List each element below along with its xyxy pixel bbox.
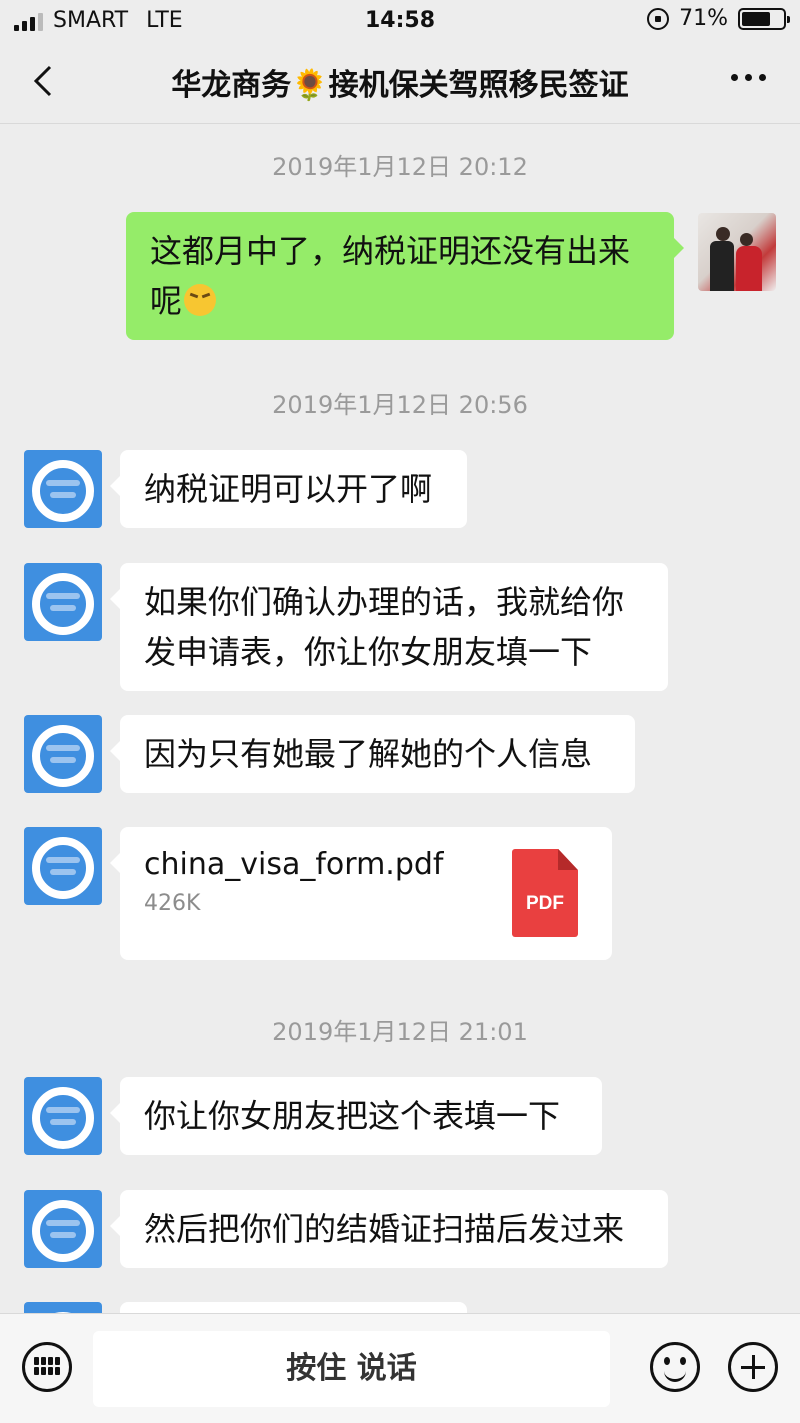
chat-title: 华龙商务🌻接机保关驾照移民签证 [171, 68, 629, 103]
chat-area[interactable]: 2019年1月12日 20:12 这都月中了，纳税证明还没有出来呢 2019年1… [0, 125, 800, 1313]
message-bubble-incoming[interactable]: 如果你们确认办理的话，我就给你发申请表，你让你女朋友填一下 [110, 563, 668, 691]
message-text: 纳税证明可以开了啊 [144, 470, 433, 508]
file-name: china_visa_form.pdf [144, 847, 444, 882]
file-size: 426K [144, 891, 201, 916]
battery-percent: 71% [679, 6, 728, 31]
message-bubble-incoming[interactable]: 然后把你们的结婚证扫描后发过来 [110, 1190, 668, 1268]
chat-header: 华龙商务🌻接机保关驾照移民签证 [0, 40, 800, 124]
avatar-agent[interactable] [24, 1302, 102, 1313]
battery-icon [738, 7, 790, 30]
avatar-agent[interactable] [24, 563, 102, 641]
rotation-lock-icon [647, 7, 670, 30]
message-text: 这都月中了，纳税证明还没有出来呢 [150, 232, 631, 320]
more-actions-plus-icon[interactable] [728, 1342, 778, 1392]
avatar-agent[interactable] [24, 715, 102, 793]
status-bar: SMART LTE 14:58 71% [0, 0, 800, 40]
input-bar: 按住 说话 [0, 1313, 800, 1423]
message-bubble-incoming[interactable]: 你让你女朋友把这个表填一下 [110, 1077, 602, 1155]
message-text: 如果你们确认办理的话，我就给你发申请表，你让你女朋友填一下 [144, 583, 625, 671]
timestamp: 2019年1月12日 20:12 [272, 153, 528, 181]
more-options-icon[interactable] [731, 74, 766, 81]
emoji-picker-icon[interactable] [650, 1342, 700, 1392]
avatar-self[interactable] [698, 213, 776, 291]
file-message-card[interactable]: china_visa_form.pdf 426K PDF [110, 827, 612, 960]
avatar-agent[interactable] [24, 1190, 102, 1268]
avatar-agent[interactable] [24, 1077, 102, 1155]
message-bubble-outgoing[interactable]: 这都月中了，纳税证明还没有出来呢 [126, 212, 684, 340]
message-text: 因为只有她最了解她的个人信息 [144, 735, 593, 773]
keyboard-toggle-icon[interactable] [22, 1342, 72, 1392]
pdf-file-icon: PDF [512, 849, 578, 937]
message-bubble-incoming-partial[interactable] [120, 1302, 467, 1313]
message-bubble-incoming[interactable]: 因为只有她最了解她的个人信息 [110, 715, 635, 793]
avatar-agent[interactable] [24, 827, 102, 905]
message-text: 你让你女朋友把这个表填一下 [144, 1097, 561, 1135]
smirk-emoji-icon [184, 284, 217, 316]
hold-to-talk-button[interactable]: 按住 说话 [93, 1331, 610, 1407]
status-right: 71% [647, 6, 790, 31]
back-arrow-icon[interactable] [28, 64, 62, 98]
avatar-agent[interactable] [24, 450, 102, 528]
message-bubble-incoming[interactable]: 纳税证明可以开了啊 [110, 450, 467, 528]
timestamp: 2019年1月12日 20:56 [272, 391, 528, 419]
timestamp: 2019年1月12日 21:01 [272, 1018, 528, 1046]
message-text: 然后把你们的结婚证扫描后发过来 [144, 1210, 625, 1248]
